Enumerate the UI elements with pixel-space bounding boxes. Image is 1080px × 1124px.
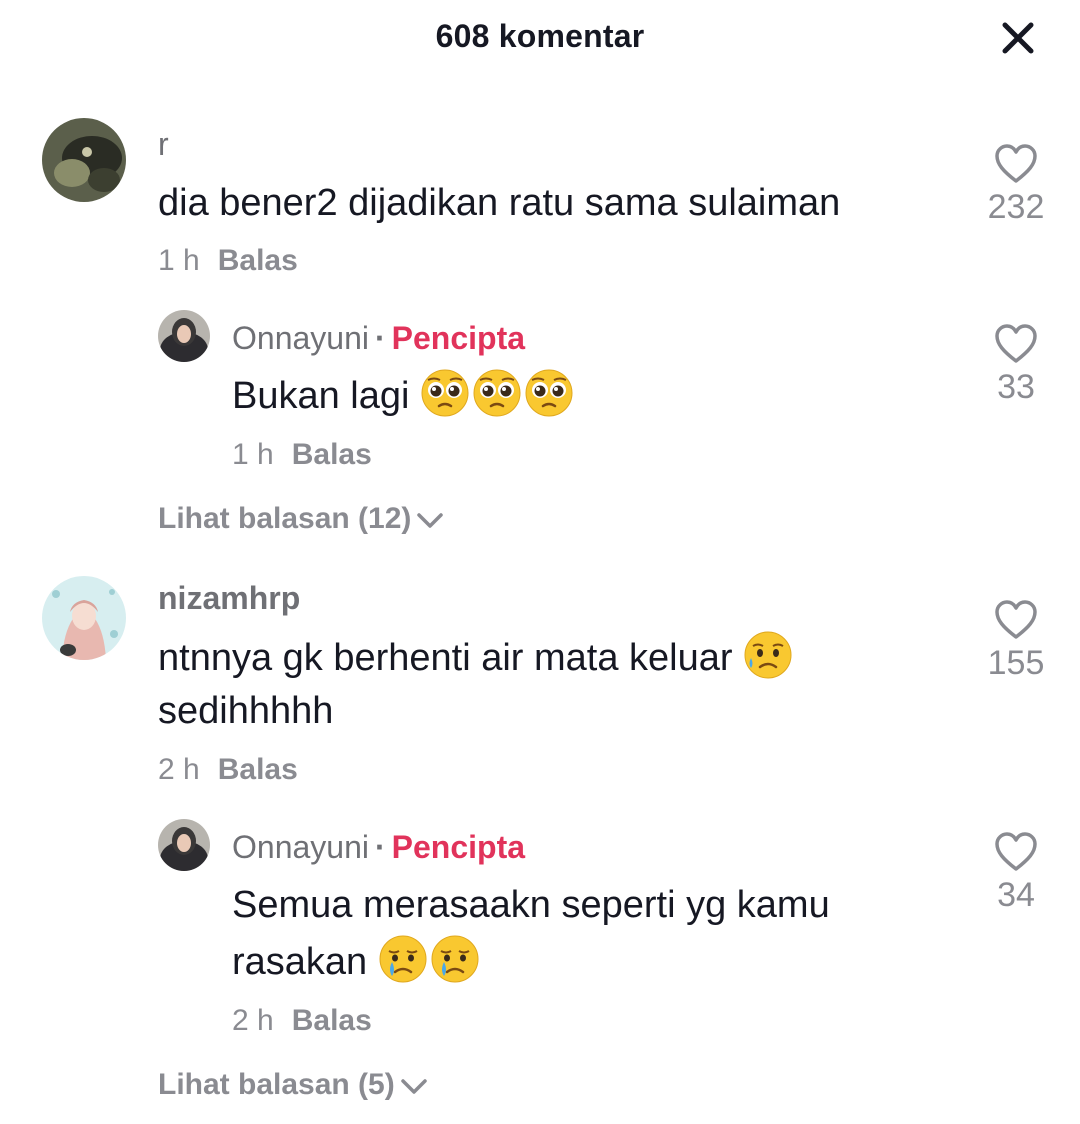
close-icon [1002, 22, 1034, 54]
view-replies-label: Lihat balasan (12) [158, 502, 412, 535]
pleading-face-emoji [472, 368, 522, 418]
like-count: 33 [997, 368, 1035, 406]
chevron-down-icon [400, 1079, 427, 1094]
comment-meta: 2 h Balas [158, 753, 298, 787]
comment-meta: 1 h Balas [158, 244, 298, 278]
reply-text: Semua merasaakn seperti yg kamu [232, 884, 830, 926]
close-button[interactable] [996, 16, 1040, 60]
creator-badge: Pencipta [391, 829, 526, 865]
comment-text-content: ntnnya gk berhenti air mata keluar [158, 637, 733, 679]
like-count: 232 [987, 188, 1045, 226]
reply-time: 2 h [232, 1004, 274, 1037]
reply-author[interactable]: Onnayuni [232, 320, 369, 356]
separator-dot: · [374, 320, 386, 356]
crying-face-emoji [430, 934, 480, 984]
like-count: 155 [987, 644, 1045, 682]
reply-button[interactable]: Balas [218, 244, 298, 277]
reply-meta: 1 h Balas [232, 438, 372, 472]
reply-author[interactable]: Onnayuni [232, 829, 369, 865]
sad-but-relieved-face-emoji [743, 630, 793, 680]
comment-username[interactable]: nizamhrp [158, 580, 300, 617]
pleading-face-emoji [524, 368, 574, 418]
comment-time: 2 h [158, 753, 200, 786]
comment-username[interactable]: r [158, 126, 169, 163]
heart-outline-icon [995, 600, 1037, 639]
like-button[interactable]: 34 [966, 830, 1066, 915]
comment-time: 1 h [158, 244, 200, 277]
reply-text-content: Bukan lagi [232, 375, 410, 417]
comment-text-line2: sedihhhhh [158, 690, 334, 732]
avatar[interactable] [158, 310, 210, 362]
creator-badge: Pencipta [391, 320, 526, 356]
pleading-face-emoji [420, 368, 470, 418]
comment-count-title: 608 komentar [435, 18, 645, 54]
comments-header: 608 komentar [0, 0, 1080, 76]
reply-username: Onnayuni · Pencipta [232, 320, 525, 357]
chevron-down-icon [417, 513, 444, 528]
avatar[interactable] [42, 576, 126, 660]
reply-username: Onnayuni · Pencipta [232, 829, 525, 866]
heart-outline-icon [995, 832, 1037, 871]
crying-face-emoji [378, 934, 428, 984]
like-count: 34 [997, 876, 1035, 914]
reply-text: Bukan lagi [232, 368, 576, 423]
reply-button[interactable]: Balas [218, 753, 298, 786]
reply-meta: 2 h Balas [232, 1004, 372, 1038]
separator-dot: · [374, 829, 386, 865]
heart-outline-icon [995, 324, 1037, 363]
comment-text: ntnnya gk berhenti air mata keluar [158, 630, 918, 685]
like-button[interactable]: 155 [966, 598, 1066, 683]
reply-text-line2: rasakan [232, 934, 482, 989]
avatar[interactable] [42, 118, 126, 202]
like-button[interactable]: 232 [966, 142, 1066, 227]
reply-time: 1 h [232, 438, 274, 471]
view-replies-label: Lihat balasan (5) [158, 1068, 395, 1101]
view-replies-button[interactable]: Lihat balasan (5) [158, 1068, 429, 1102]
reply-button[interactable]: Balas [292, 1004, 372, 1037]
heart-outline-icon [995, 144, 1037, 183]
view-replies-button[interactable]: Lihat balasan (12) [158, 502, 445, 536]
like-button[interactable]: 33 [966, 322, 1066, 407]
comment-text: dia bener2 dijadikan ratu sama sulaiman [158, 182, 841, 224]
avatar[interactable] [158, 819, 210, 871]
reply-button[interactable]: Balas [292, 438, 372, 471]
reply-text-content: rasakan [232, 941, 368, 983]
